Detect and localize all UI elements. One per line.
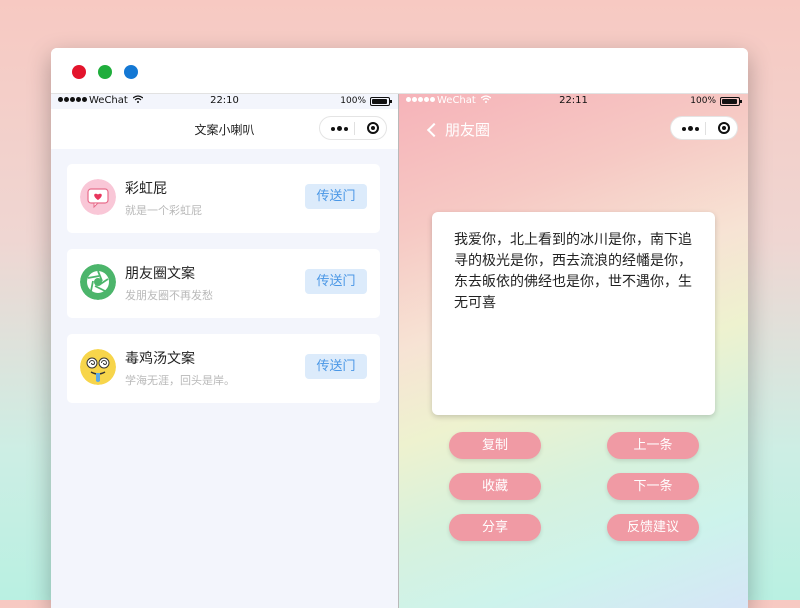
more-icon[interactable] [682, 126, 699, 131]
list-item[interactable]: 彩虹屁 就是一个彩虹屁 传送门 [67, 164, 380, 233]
item-description: 学海无涯，回头是岸。 [125, 374, 235, 387]
back-button[interactable]: 朋友圈 [426, 119, 491, 140]
status-bar: WeChat 22:10 100% [51, 94, 398, 109]
left-phone-screen: WeChat 22:10 100% 文案小喇叭 彩虹屁 就是一个彩虹屁 传送门 … [51, 94, 398, 608]
status-bar: WeChat 22:11 100% [399, 94, 748, 109]
panel-divider [398, 94, 399, 608]
window-titlebar [51, 48, 748, 94]
nav-bar: 文案小喇叭 [51, 109, 398, 149]
chevron-left-icon [426, 122, 442, 137]
battery-icon [720, 97, 742, 106]
share-button[interactable]: 分享 [449, 514, 541, 541]
close-miniprogram-icon[interactable] [718, 122, 730, 134]
next-button[interactable]: 下一条 [607, 473, 699, 500]
menu-capsule [319, 116, 387, 140]
more-icon[interactable] [331, 126, 348, 131]
close-window-button[interactable] [72, 65, 86, 79]
item-description: 就是一个彩虹屁 [125, 204, 202, 217]
item-title: 彩虹屁 [125, 181, 167, 197]
item-title: 朋友圈文案 [125, 266, 195, 282]
item-description: 发朋友圈不再发愁 [125, 289, 213, 302]
menu-capsule [670, 116, 738, 140]
rainbow-heart-icon [80, 179, 116, 215]
battery-percent: 100% [690, 96, 716, 106]
feedback-button[interactable]: 反馈建议 [607, 514, 699, 541]
nav-bar: 朋友圈 [399, 109, 748, 149]
close-miniprogram-icon[interactable] [367, 122, 379, 134]
camera-aperture-icon [80, 264, 116, 300]
list-item[interactable]: 朋友圈文案 发朋友圈不再发愁 传送门 [67, 249, 380, 318]
list-item[interactable]: 毒鸡汤文案 学海无涯，回头是岸。 传送门 [67, 334, 380, 403]
favorite-button[interactable]: 收藏 [449, 473, 541, 500]
transfer-button[interactable]: 传送门 [305, 269, 367, 294]
right-phone-screen: WeChat 22:11 100% 朋友圈 我爱你，北上看到的冰川是你，南下追寻… [399, 94, 748, 608]
quote-card: 我爱你，北上看到的冰川是你，南下追寻的极光是你，西去流浪的经幡是你，东去皈依的佛… [432, 212, 715, 415]
transfer-button[interactable]: 传送门 [305, 354, 367, 379]
app-window: WeChat 22:10 100% 文案小喇叭 彩虹屁 就是一个彩虹屁 传送门 … [51, 48, 748, 608]
battery-icon [370, 97, 392, 106]
item-title: 毒鸡汤文案 [125, 351, 195, 367]
copy-button[interactable]: 复制 [449, 432, 541, 459]
back-label: 朋友圈 [445, 121, 491, 139]
previous-button[interactable]: 上一条 [607, 432, 699, 459]
maximize-window-button[interactable] [124, 65, 138, 79]
battery-percent: 100% [340, 96, 366, 106]
transfer-button[interactable]: 传送门 [305, 184, 367, 209]
dizzy-face-icon [80, 349, 116, 385]
minimize-window-button[interactable] [98, 65, 112, 79]
